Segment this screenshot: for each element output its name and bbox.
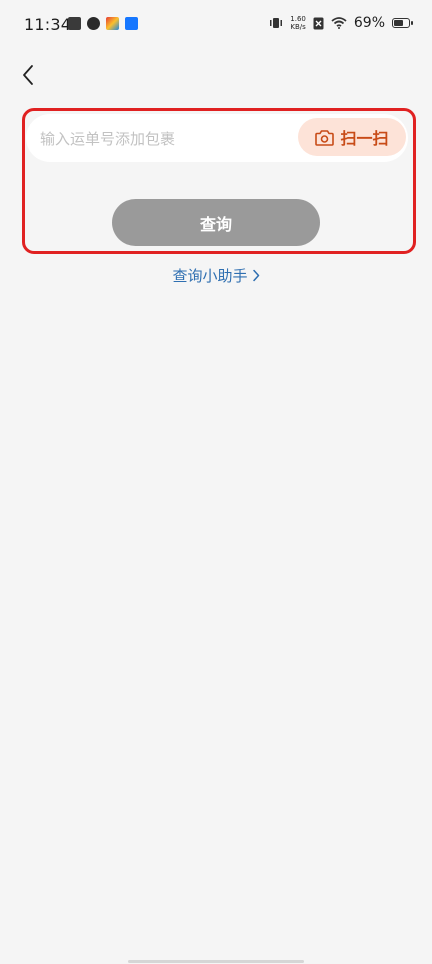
network-speed-value: 1.60 bbox=[290, 15, 306, 23]
status-right: 1.60 KB/s 69% bbox=[269, 15, 413, 31]
home-indicator[interactable] bbox=[128, 960, 304, 963]
screen: 11:34 1.60 KB/s 69% 输入运单号添加包裹 扫一扫 查询 查询小… bbox=[0, 0, 432, 964]
status-time: 11:34 bbox=[24, 15, 72, 34]
chevron-left-icon bbox=[23, 65, 33, 85]
tracking-number-input[interactable] bbox=[38, 114, 292, 164]
game-app-icon bbox=[106, 17, 119, 30]
alipay-icon bbox=[125, 17, 138, 30]
back-button[interactable] bbox=[14, 60, 42, 90]
app-notification-icon bbox=[68, 17, 81, 30]
scan-button[interactable]: 扫一扫 bbox=[298, 118, 406, 156]
notification-icons bbox=[68, 17, 138, 30]
battery-fill bbox=[394, 20, 403, 26]
battery-icon bbox=[392, 18, 413, 28]
scan-label: 扫一扫 bbox=[340, 129, 389, 148]
chevron-right-icon bbox=[252, 269, 259, 281]
sync-icon bbox=[87, 17, 100, 30]
network-speed-unit: KB/s bbox=[290, 23, 306, 31]
query-helper-label: 查询小助手 bbox=[172, 266, 248, 285]
vibrate-icon bbox=[270, 18, 283, 28]
query-helper-link[interactable]: 查询小助手 bbox=[0, 262, 432, 288]
wifi-icon bbox=[331, 17, 347, 29]
status-bar: 11:34 1.60 KB/s 69% bbox=[0, 0, 432, 50]
battery-percent: 69% bbox=[353, 15, 385, 31]
camera-icon bbox=[315, 129, 335, 146]
query-button-label: 查询 bbox=[199, 214, 232, 234]
tracking-input-row: 扫一扫 bbox=[26, 114, 408, 164]
network-speed: 1.60 KB/s bbox=[290, 15, 306, 31]
query-button[interactable]: 查询 bbox=[112, 199, 320, 246]
no-sim-icon bbox=[313, 17, 324, 29]
